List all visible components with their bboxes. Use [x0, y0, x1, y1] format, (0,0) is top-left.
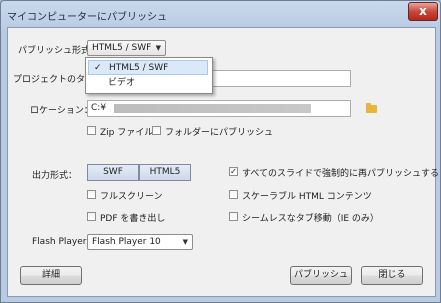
swf-toggle[interactable]: SWF: [87, 164, 139, 181]
pdf-export-label: PDF を書き出し: [100, 214, 166, 224]
publish-format-value: HTML5 / SWF: [92, 43, 152, 53]
folder-publish-checkbox[interactable]: [152, 126, 161, 135]
publish-button[interactable]: パブリッシュ: [290, 266, 352, 285]
force-republish-checkbox[interactable]: ✓: [229, 167, 238, 176]
flash-player-dropdown[interactable]: Flash Player 10 ▼: [87, 234, 193, 250]
folder-publish-label: フォルダーにパブリッシュ: [165, 128, 274, 138]
publish-format-dropdown[interactable]: HTML5 / SWF ▼: [87, 40, 166, 56]
seamless-tab-label: シームレスなタブ移動（IE のみ）: [242, 214, 379, 224]
close-button[interactable]: 閉じる: [361, 266, 423, 285]
publish-dialog: マイコンピューターにパブリッシュ x パブリッシュ形式： HTML5 / SWF…: [0, 0, 441, 303]
folder-icon[interactable]: [366, 103, 377, 113]
pdf-export-checkbox[interactable]: [87, 212, 96, 221]
zip-checkbox[interactable]: [87, 126, 96, 135]
fullscreen-checkbox[interactable]: [87, 190, 96, 199]
menu-item-video[interactable]: ビデオ: [88, 76, 208, 91]
publish-format-menu: ✓ HTML5 / SWF ビデオ: [85, 57, 213, 94]
fullscreen-label: フルスクリーン: [100, 192, 163, 202]
title-bar: マイコンピューターにパブリッシュ x: [1, 1, 440, 27]
location-value: C:¥: [91, 103, 107, 113]
flash-player-value: Flash Player 10: [92, 237, 161, 247]
window-close-button[interactable]: x: [408, 2, 438, 21]
checkmark-icon: ✓: [230, 167, 237, 176]
details-button[interactable]: 詳細: [20, 266, 82, 285]
flash-player-label: Flash Player:: [32, 237, 90, 247]
menu-item-label: ビデオ: [108, 78, 136, 88]
menu-item-html5-swf[interactable]: ✓ HTML5 / SWF: [88, 60, 208, 75]
seamless-tab-checkbox[interactable]: [229, 212, 238, 221]
chevron-down-icon: ▼: [155, 44, 161, 52]
scalable-html-checkbox[interactable]: [229, 190, 238, 199]
force-republish-label: すべてのスライドで強制的に再パブリッシュする: [242, 169, 440, 179]
dialog-body: パブリッシュ形式： HTML5 / SWF ▼ プロジェクトのタイ... ロケー…: [7, 27, 440, 297]
checkmark-icon: ✓: [94, 63, 102, 73]
window-title: マイコンピューターにパブリッシュ: [7, 12, 167, 23]
output-format-label: 出力形式：: [32, 171, 78, 181]
scalable-html-label: スケーラブル HTML コンテンツ: [242, 192, 372, 202]
redacted-path: [114, 104, 311, 113]
zip-label: Zip ファイル: [100, 128, 154, 138]
chevron-down-icon: ▼: [182, 238, 188, 246]
html5-toggle[interactable]: HTML5: [139, 164, 191, 181]
menu-item-label: HTML5 / SWF: [109, 63, 169, 73]
location-label: ロケーション：: [30, 106, 93, 116]
